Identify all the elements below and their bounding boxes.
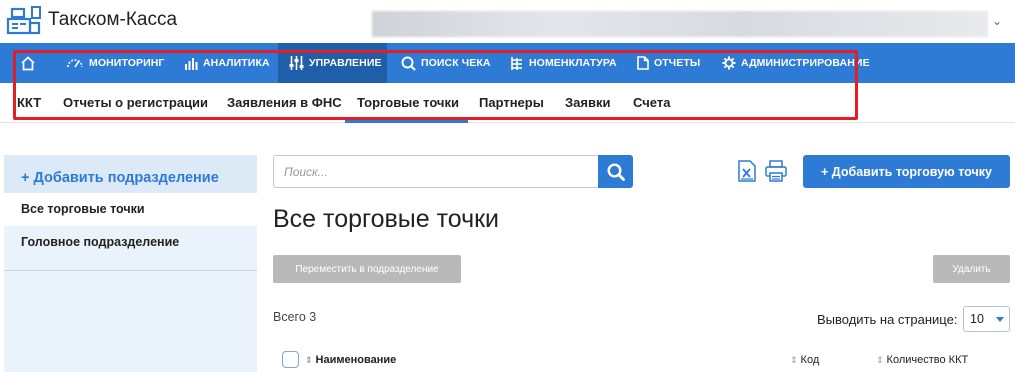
nav-analytics[interactable]: АНАЛИТИКА	[184, 43, 270, 83]
move-to-subdivision-button[interactable]: Переместить в подразделение	[273, 255, 461, 283]
active-tab-underline	[345, 120, 468, 123]
sidebar-item-head-subdivision[interactable]: Головное подразделение	[4, 226, 257, 259]
select-all-checkbox[interactable]	[282, 351, 299, 368]
total-count: Всего 3	[273, 310, 317, 324]
nav-management[interactable]: УПРАВЛЕНИЕ	[278, 43, 387, 83]
nav-label: МОНИТОРИНГ	[89, 57, 165, 69]
column-kkt-count[interactable]: ⇕ Количество ККТ	[876, 354, 968, 366]
search-button[interactable]	[598, 155, 633, 188]
nav-reports[interactable]: ОТЧЕТЫ	[637, 43, 700, 83]
account-info-blurred[interactable]	[372, 11, 988, 37]
nav-label: АНАЛИТИКА	[203, 57, 270, 69]
sliders-icon	[289, 56, 304, 70]
sidebar-divider	[4, 270, 257, 271]
printer-icon[interactable]	[765, 160, 787, 182]
nav-nomenclature[interactable]: НОМЕНКЛАТУРА	[510, 43, 617, 83]
nav-administration[interactable]: АДМИНИСТРИРОВАНИЕ	[722, 43, 870, 83]
hierarchy-icon	[511, 56, 522, 70]
add-subdivision-button[interactable]: + Добавить подразделение	[4, 155, 257, 193]
delete-button[interactable]: Удалить	[933, 255, 1010, 283]
nav-monitoring[interactable]: МОНИТОРИНГ	[66, 43, 164, 83]
tab-partners[interactable]: Партнеры	[479, 95, 544, 110]
chevron-down-icon[interactable]: ⌄	[992, 14, 1002, 28]
sort-icon: ⇕	[876, 355, 884, 365]
table-header: ⇕ Наименование ⇕ Код ⇕ Количество ККТ	[273, 348, 1013, 372]
gear-icon	[722, 56, 736, 70]
caret-down-icon	[996, 317, 1004, 322]
bar-chart-icon	[185, 57, 198, 70]
tab-kkt[interactable]: ККТ	[17, 95, 41, 110]
per-page-label: Выводить на странице:	[817, 312, 958, 327]
tab-trade-points[interactable]: Торговые точки	[357, 95, 459, 110]
excel-export-icon[interactable]	[737, 160, 757, 182]
gauge-icon	[67, 59, 83, 68]
sort-icon: ⇕	[305, 355, 313, 365]
document-icon	[637, 56, 649, 70]
tab-invoices[interactable]: Счета	[633, 95, 670, 110]
column-name[interactable]: ⇕ Наименование	[305, 354, 396, 366]
column-label: Наименование	[315, 354, 397, 366]
main-nav: МОНИТОРИНГ АНАЛИТИКА УПРАВЛЕНИЕ ПОИСК ЧЕ…	[0, 43, 1015, 83]
nav-home[interactable]	[14, 43, 42, 83]
app-header: Такском-Касса ⌄	[0, 0, 1015, 43]
tab-registration-reports[interactable]: Отчеты о регистрации	[63, 95, 208, 110]
search-input[interactable]	[273, 155, 599, 188]
per-page-value: 10	[970, 312, 984, 326]
tab-requests[interactable]: Заявки	[565, 95, 610, 110]
page-title: Все торговые точки	[273, 205, 500, 233]
add-trade-point-button[interactable]: + Добавить торговую точку	[803, 155, 1010, 188]
column-label: Код	[800, 354, 820, 366]
app-title: Такском-Касса	[48, 9, 178, 30]
nav-label: ПОИСК ЧЕКА	[421, 57, 491, 69]
sub-nav: ККТ Отчеты о регистрации Заявления в ФНС…	[0, 83, 1015, 123]
cash-register-logo-icon	[6, 6, 41, 35]
column-label: Количество ККТ	[886, 354, 969, 366]
nav-label: ОТЧЕТЫ	[654, 57, 701, 69]
nav-label: НОМЕНКЛАТУРА	[529, 57, 617, 69]
tab-fns-applications[interactable]: Заявления в ФНС	[227, 95, 342, 110]
column-code[interactable]: ⇕ Код	[790, 354, 819, 366]
home-icon	[21, 55, 35, 70]
nav-label: УПРАВЛЕНИЕ	[309, 57, 382, 69]
per-page-select[interactable]: 10	[963, 306, 1010, 332]
sort-icon: ⇕	[790, 355, 798, 365]
search-icon	[401, 56, 416, 71]
sidebar-item-all-trade-points[interactable]: Все торговые точки	[4, 193, 257, 226]
nav-receipt-search[interactable]: ПОИСК ЧЕКА	[401, 43, 491, 83]
search-icon	[606, 162, 625, 181]
nav-label: АДМИНИСТРИРОВАНИЕ	[741, 57, 870, 69]
sidebar: + Добавить подразделение Все торговые то…	[4, 155, 257, 372]
